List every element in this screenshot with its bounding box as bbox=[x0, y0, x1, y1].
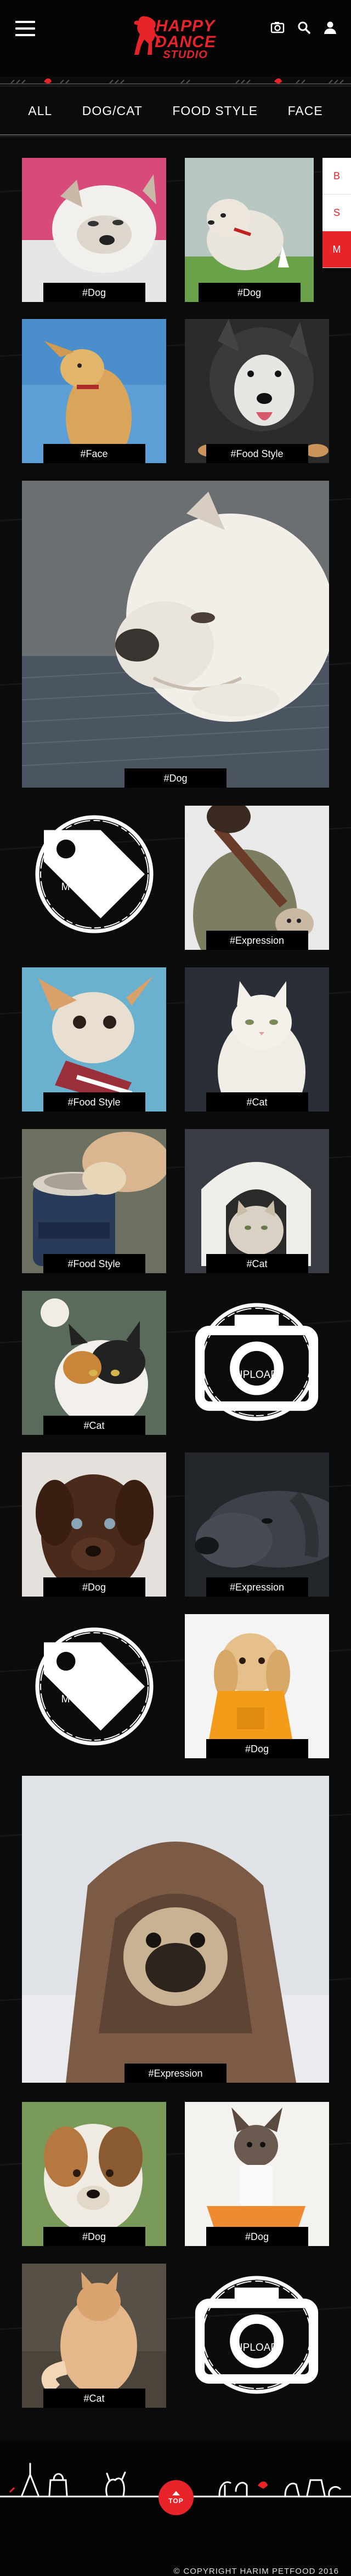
site-header: HAPPY DANCE STUDIO bbox=[0, 0, 351, 77]
gallery-tile[interactable]: #Food Style bbox=[22, 967, 166, 1112]
menu-icon[interactable] bbox=[15, 21, 35, 36]
chihuahua-food-photo bbox=[22, 967, 166, 1112]
husky-cookies-photo bbox=[185, 319, 329, 463]
copyright: © COPYRIGHT HARIM PETFOOD 2016 bbox=[173, 2567, 339, 2576]
size-tabs: B S M bbox=[322, 158, 351, 268]
photo-tag[interactable]: #Cat bbox=[206, 1254, 308, 1273]
bulldog-photo bbox=[22, 158, 166, 302]
logo-text-line1: HAPPY bbox=[155, 17, 216, 35]
tag-icon bbox=[44, 830, 145, 919]
camera-icon bbox=[195, 2287, 319, 2384]
brown-puppy-photo bbox=[22, 1452, 166, 1597]
search-icon[interactable] bbox=[296, 20, 312, 35]
size-tab-s[interactable]: S bbox=[322, 195, 351, 231]
tag-icon bbox=[44, 1642, 145, 1731]
gallery-tile[interactable]: #Dog bbox=[185, 2102, 329, 2246]
photo-tag[interactable]: #Cat bbox=[43, 1416, 145, 1435]
gallery-tile[interactable]: #Dog bbox=[185, 1614, 329, 1758]
dark-dog-photo bbox=[185, 1452, 329, 1597]
site-footer: TOP © COPYRIGHT HARIM PETFOOD 2016 bbox=[0, 2442, 351, 2576]
photo-tag[interactable]: #Dog bbox=[43, 283, 145, 302]
site-logo[interactable]: HAPPY DANCE STUDIO bbox=[129, 11, 222, 66]
upload-button[interactable]: UPLOAD bbox=[194, 2272, 320, 2398]
upload-label: UPLOAD bbox=[235, 2342, 279, 2353]
category-nav: ALL DOG/CAT FOOD STYLE FACE bbox=[0, 92, 351, 129]
cat-in-house-photo bbox=[185, 1129, 329, 1273]
orange-cat-photo bbox=[22, 2264, 166, 2408]
upload-label: UPLOAD bbox=[235, 1369, 279, 1381]
gallery-tile[interactable]: #Expression bbox=[185, 1452, 329, 1597]
photo-tag[interactable]: #Dog bbox=[124, 768, 227, 788]
my-gallery-label: MY GALLERY bbox=[61, 1694, 128, 1705]
my-gallery-label: MY GALLERY bbox=[61, 881, 128, 893]
photo-tag[interactable]: #Expression bbox=[206, 931, 308, 950]
mixed-dog-photo bbox=[22, 2102, 166, 2246]
upload-button[interactable]: UPLOAD bbox=[194, 1299, 320, 1425]
logo-text-line3: STUDIO bbox=[163, 49, 208, 61]
jar-paw-photo bbox=[22, 1129, 166, 1273]
arrow-up-icon bbox=[172, 2490, 180, 2495]
nav-item-dog-cat[interactable]: DOG/CAT bbox=[82, 104, 143, 118]
gallery-tile-large[interactable]: #Expression bbox=[22, 1776, 329, 2083]
gallery-tile[interactable]: #Expression bbox=[185, 806, 329, 950]
gallery-tile[interactable]: #Food Style bbox=[185, 319, 329, 463]
photo-tag[interactable]: #Cat bbox=[43, 2389, 145, 2408]
photo-tag[interactable]: #Food Style bbox=[206, 444, 308, 463]
nav-item-food-style[interactable]: FOOD STYLE bbox=[172, 104, 258, 118]
white-cat-photo bbox=[185, 967, 329, 1112]
photo-tag[interactable]: #Cat bbox=[206, 1092, 308, 1112]
puppy-profile-photo bbox=[22, 319, 166, 463]
dog-orange-hoodie-photo bbox=[185, 1614, 329, 1758]
photo-tag[interactable]: #Food Style bbox=[43, 1092, 145, 1112]
gallery-tile[interactable]: #Cat bbox=[22, 2264, 166, 2408]
copyright-icon: © bbox=[173, 2567, 180, 2576]
dog-outdoor-photo bbox=[185, 158, 314, 302]
gallery-tile[interactable]: #Dog bbox=[22, 1452, 166, 1597]
gallery-tile-large[interactable]: #Dog bbox=[22, 481, 329, 788]
size-tab-m[interactable]: M bbox=[322, 231, 351, 268]
photo-tag[interactable]: #Expression bbox=[206, 1577, 308, 1597]
scroll-top-button[interactable]: TOP bbox=[158, 2480, 194, 2515]
nav-item-all[interactable]: ALL bbox=[28, 104, 52, 118]
gallery-tile[interactable]: #Dog bbox=[22, 2102, 166, 2246]
my-gallery-button[interactable]: MY GALLERY bbox=[31, 1623, 157, 1749]
gallery-tile[interactable]: #Cat bbox=[185, 1129, 329, 1273]
photo-tag[interactable]: #Face bbox=[43, 444, 145, 463]
gallery-tile[interactable]: #Food Style bbox=[22, 1129, 166, 1273]
photo-tag[interactable]: #Dog bbox=[43, 2227, 145, 2246]
photo-tag[interactable]: #Expression bbox=[124, 2064, 227, 2083]
decorative-band bbox=[0, 78, 351, 87]
gallery-tile[interactable]: #Face bbox=[22, 319, 166, 463]
size-tab-b[interactable]: B bbox=[322, 158, 351, 195]
logo-text-line2: DANCE bbox=[155, 32, 216, 51]
gallery-tile[interactable]: #Cat bbox=[185, 967, 329, 1112]
user-icon[interactable] bbox=[322, 20, 338, 35]
small-dog-chair-photo bbox=[185, 2102, 329, 2246]
gallery-tile[interactable]: #Cat bbox=[22, 1291, 166, 1435]
bulldog-closeup-photo bbox=[22, 481, 329, 788]
photo-tag[interactable]: #Dog bbox=[206, 1739, 308, 1758]
pug-blanket-photo bbox=[22, 1776, 329, 2083]
copyright-text: COPYRIGHT HARIM PETFOOD 2016 bbox=[183, 2567, 339, 2576]
photo-tag[interactable]: #Dog bbox=[206, 2227, 308, 2246]
camera-icon[interactable] bbox=[270, 20, 285, 35]
photo-tag[interactable]: #Dog bbox=[198, 283, 301, 302]
top-label: TOP bbox=[168, 2497, 184, 2505]
calico-cat-photo bbox=[22, 1291, 166, 1435]
camera-icon bbox=[195, 1314, 319, 1411]
photo-tag[interactable]: #Dog bbox=[43, 1577, 145, 1597]
my-gallery-button[interactable]: MY GALLERY bbox=[31, 811, 157, 937]
photo-tag[interactable]: #Food Style bbox=[43, 1254, 145, 1273]
nav-item-face[interactable]: FACE bbox=[288, 104, 323, 118]
gallery-tile[interactable]: #Dog bbox=[22, 158, 166, 302]
gallery-tile[interactable]: #Dog bbox=[185, 158, 314, 302]
person-with-dog-photo bbox=[185, 806, 329, 950]
